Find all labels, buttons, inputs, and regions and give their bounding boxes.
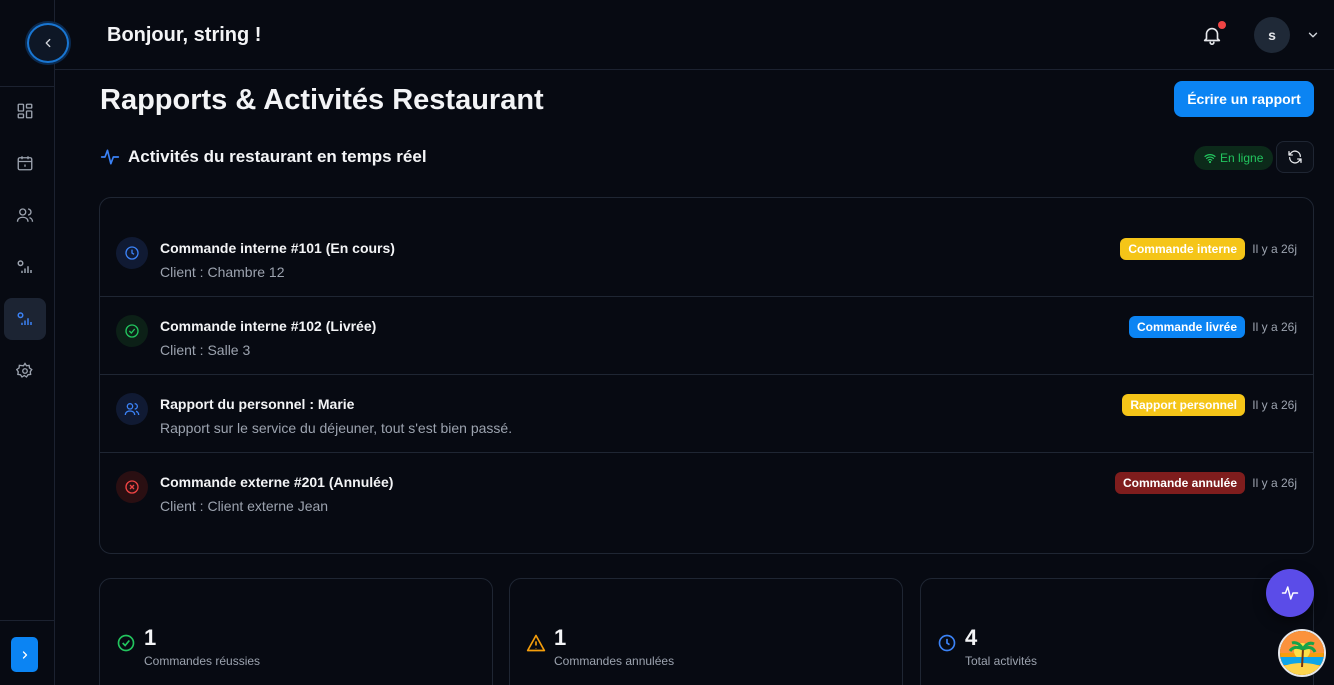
activity-badge: Commande annulée	[1114, 472, 1245, 494]
sidebar-item-reports-active[interactable]	[4, 298, 46, 340]
gear-icon	[16, 362, 33, 378]
dashboard-icon	[17, 103, 33, 119]
activity-title: Rapport du personnel : Marie	[160, 396, 355, 412]
stat-label: Commandes annulées	[554, 654, 675, 668]
activity-icon-wrap	[116, 237, 148, 269]
list-item[interactable]: Commande externe #201 (Annulée) Client :…	[100, 454, 1313, 531]
activity-title: Commande externe #201 (Annulée)	[160, 474, 394, 490]
list-item[interactable]: Rapport du personnel : Marie Rapport sur…	[100, 376, 1313, 453]
users-icon	[16, 208, 34, 222]
sidebar-item-reports[interactable]	[4, 246, 46, 288]
chevron-right-icon	[22, 650, 27, 659]
activity-badge: Rapport personnel	[1122, 394, 1245, 416]
divider	[0, 620, 55, 621]
page-title: Rapports & Activités Restaurant	[100, 84, 544, 116]
sidebar-item-settings[interactable]	[4, 350, 46, 392]
activity-title: Commande interne #101 (En cours)	[160, 240, 395, 256]
chevron-down-icon[interactable]	[1306, 28, 1320, 42]
assistant-avatar[interactable]	[1278, 629, 1326, 677]
status-label: En ligne	[1220, 151, 1264, 165]
activity-time: Il y a 26j	[1252, 476, 1297, 490]
activity-subtitle: Client : Client externe Jean	[160, 498, 329, 514]
activity-icon	[100, 149, 120, 165]
activity-icon-wrap	[116, 471, 148, 503]
activity-time: Il y a 26j	[1252, 320, 1297, 334]
activity-badge: Commande interne	[1120, 238, 1245, 260]
section-title: Activités du restaurant en temps réel	[128, 147, 427, 166]
activity-icon	[1281, 586, 1299, 600]
stat-value: 1	[144, 625, 157, 650]
list-item[interactable]: Commande interne #101 (En cours) Client …	[100, 220, 1313, 297]
clock-icon	[125, 246, 139, 260]
users-icon	[124, 403, 140, 416]
reports-icon	[17, 260, 32, 273]
activity-time: Il y a 26j	[1252, 398, 1297, 412]
x-circle-icon	[125, 480, 139, 494]
activity-title: Commande interne #102 (Livrée)	[160, 318, 377, 334]
activity-list: Commande interne #101 (En cours) Client …	[99, 197, 1314, 554]
activity-fab-button[interactable]	[1266, 569, 1314, 617]
stat-card-success: 1 Commandes réussies	[99, 578, 493, 685]
refresh-icon	[1288, 150, 1302, 164]
check-circle-icon	[117, 634, 135, 652]
activity-time: Il y a 26j	[1252, 242, 1297, 256]
stat-value: 4	[965, 625, 978, 650]
section-header: Activités du restaurant en temps réel	[100, 147, 427, 167]
wifi-icon	[1204, 154, 1216, 164]
stat-label: Total activités	[965, 654, 1038, 668]
sidebar-item-dashboard[interactable]	[4, 90, 46, 132]
activity-subtitle: Client : Chambre 12	[160, 264, 285, 280]
sidebar-expand-button[interactable]	[11, 637, 38, 672]
top-header: Bonjour, string ! s	[55, 0, 1334, 70]
activity-icon-wrap	[116, 315, 148, 347]
sidebar-item-calendar[interactable]	[4, 142, 46, 184]
calendar-icon	[17, 156, 33, 171]
chevron-left-icon	[45, 38, 51, 48]
beach-icon	[1280, 631, 1324, 675]
activity-subtitle: Client : Salle 3	[160, 342, 251, 358]
status-badge: En ligne	[1194, 146, 1274, 170]
stat-card-total: 4 Total activités	[920, 578, 1314, 685]
check-circle-icon	[125, 324, 139, 338]
avatar[interactable]: s	[1254, 17, 1290, 53]
stat-card-cancelled: 1 Commandes annulées	[509, 578, 903, 685]
activity-badge: Commande livrée	[1128, 316, 1245, 338]
activity-icon-wrap	[116, 393, 148, 425]
notification-dot	[1218, 21, 1226, 29]
greeting: Bonjour, string !	[107, 24, 262, 46]
reports-icon	[17, 312, 32, 325]
divider	[0, 86, 55, 87]
clock-icon	[938, 634, 956, 652]
refresh-button[interactable]	[1276, 141, 1314, 173]
sidebar-item-users[interactable]	[4, 194, 46, 236]
stat-label: Commandes réussies	[144, 654, 261, 668]
sidebar	[0, 0, 69, 685]
warning-icon	[526, 634, 546, 652]
write-report-button[interactable]: Écrire un rapport	[1174, 81, 1314, 117]
list-item[interactable]: Commande interne #102 (Livrée) Client : …	[100, 298, 1313, 375]
activity-subtitle: Rapport sur le service du déjeuner, tout…	[160, 420, 513, 436]
stat-value: 1	[554, 625, 567, 650]
